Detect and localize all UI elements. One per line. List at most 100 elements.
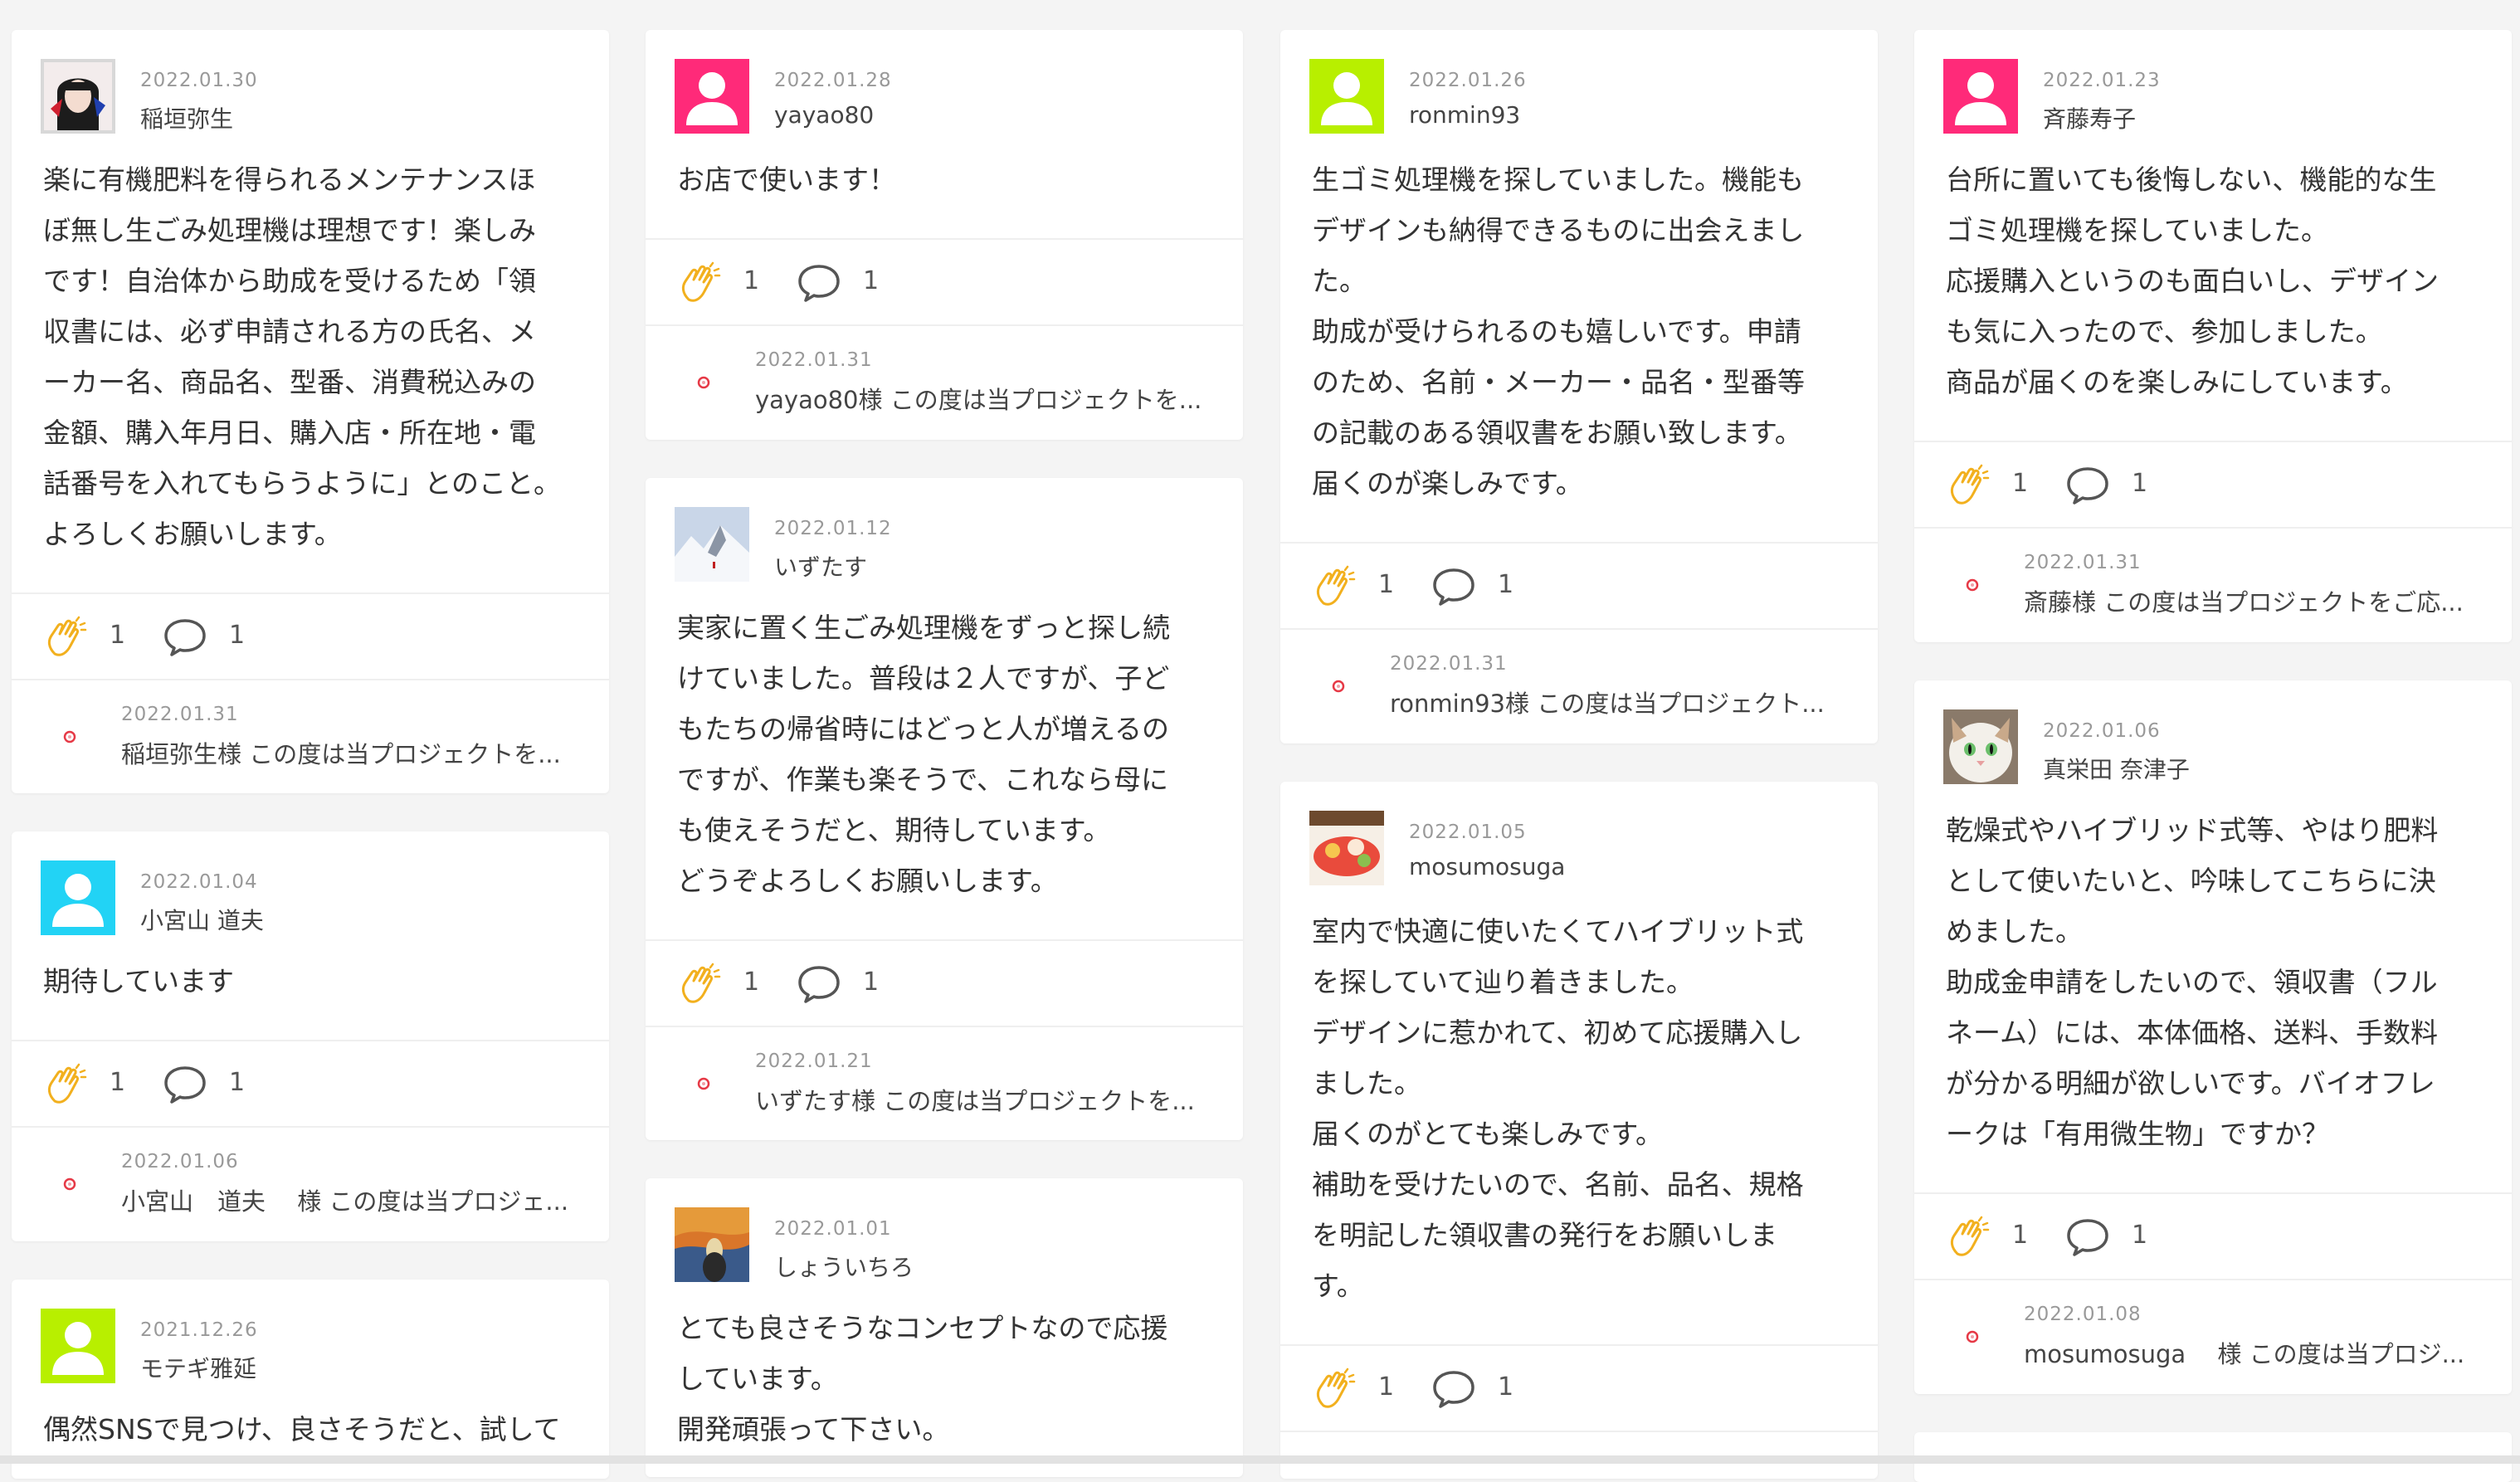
reply-date: 2022.01.31 bbox=[121, 704, 239, 725]
reply-preview: 稲垣弥生様 この度は当プロジェクトを... bbox=[121, 740, 561, 768]
clap-count: 1 bbox=[1378, 1372, 1395, 1402]
reply-date: 2022.01.21 bbox=[755, 1051, 873, 1072]
speech-bubble-icon[interactable] bbox=[2065, 1217, 2110, 1257]
reply-preview: いずたす様 この度は当プロジェクトを... bbox=[755, 1087, 1195, 1115]
reply-preview: yayao80様 この度は当プロジェクトを... bbox=[755, 386, 1202, 414]
reaction-bar: 1 1 bbox=[12, 592, 609, 680]
user-name[interactable]: yayao80 bbox=[774, 101, 874, 129]
comment-card: 2022.01.01 しょういちろ とても良さそうなコンセプトなので応援 してい… bbox=[646, 1178, 1243, 1477]
user-avatar[interactable] bbox=[1309, 811, 1384, 885]
owner-reply[interactable]: 2022.01.31 ronmin93様 この度は当プロジェクト... bbox=[1280, 630, 1878, 741]
post-date: 2022.01.06 bbox=[2043, 720, 2161, 742]
post-date: 2021.12.26 bbox=[140, 1319, 258, 1341]
reply-preview: ronmin93様 この度は当プロジェクト... bbox=[1390, 690, 1825, 718]
comment-count: 1 bbox=[2132, 469, 2148, 498]
user-avatar[interactable] bbox=[41, 1309, 115, 1383]
user-avatar[interactable] bbox=[41, 59, 115, 134]
clapping-hands-icon[interactable] bbox=[1312, 565, 1357, 610]
comment-count: 1 bbox=[229, 1068, 246, 1097]
comment-card: 2022.01.05 mosumosuga 室内で快適に使いたくてハイブリット式… bbox=[1280, 782, 1878, 1479]
comment-text: 台所に置いても後悔しない、機能的な生 ゴミ処理機を探していました。 応援購入とい… bbox=[1946, 163, 2439, 398]
clapping-hands-icon[interactable] bbox=[43, 616, 88, 661]
post-date: 2022.01.05 bbox=[1409, 821, 1527, 843]
user-avatar[interactable] bbox=[1943, 59, 2018, 134]
reaction-bar: 1 1 bbox=[1280, 1344, 1878, 1432]
clap-count: 1 bbox=[2012, 1221, 2029, 1250]
user-avatar[interactable] bbox=[675, 1207, 749, 1282]
horizontal-scrollbar[interactable] bbox=[0, 1455, 2520, 1464]
speech-bubble-icon[interactable] bbox=[2065, 466, 2110, 505]
clap-count: 1 bbox=[743, 968, 760, 997]
owner-reply[interactable]: 2022.01.21 いずたす様 この度は当プロジェクトを... bbox=[646, 1027, 1243, 1138]
user-name[interactable]: しょういちろ bbox=[774, 1250, 914, 1283]
post-date: 2022.01.26 bbox=[1409, 70, 1527, 91]
comment-text: 期待しています bbox=[43, 965, 235, 997]
comment-card: 2022.01.26 ronmin93 生ゴミ処理機を探していました。機能も デ… bbox=[1280, 30, 1878, 743]
user-name[interactable]: 斉藤寿子 bbox=[2043, 101, 2136, 134]
user-avatar[interactable] bbox=[1943, 709, 2018, 784]
user-name[interactable]: ronmin93 bbox=[1409, 101, 1520, 129]
speech-bubble-icon[interactable] bbox=[797, 964, 841, 1004]
comment-count: 1 bbox=[1498, 1372, 1514, 1402]
comment-text: 実家に置く生ごみ処理機をずっと探し続 けていました。普段は２人ですが、子ど もた… bbox=[677, 612, 1170, 897]
clap-count: 1 bbox=[2012, 469, 2029, 498]
owner-reply[interactable]: 2022.01.31 yayao80様 この度は当プロジェクトを... bbox=[646, 326, 1243, 437]
project-logo-icon bbox=[1964, 1328, 1981, 1345]
speech-bubble-icon[interactable] bbox=[1431, 567, 1476, 607]
comment-card: 2021.12.26 モテギ雅延 偶然SNSで見つけ、良さそうだと、試して bbox=[12, 1280, 609, 1479]
clapping-hands-icon[interactable] bbox=[1946, 1216, 1991, 1260]
reply-preview: 斎藤様 この度は当プロジェクトをご応... bbox=[2024, 588, 2464, 617]
user-avatar[interactable] bbox=[675, 59, 749, 134]
comment-card: 2022.01.23 斉藤寿子 台所に置いても後悔しない、機能的な生 ゴミ処理機… bbox=[1914, 30, 2512, 642]
reaction-bar: 1 1 bbox=[12, 1040, 609, 1128]
owner-reply[interactable]: 2022.01.06 小宮山 道夫 様 この度は当プロジェ... bbox=[12, 1128, 609, 1239]
speech-bubble-icon[interactable] bbox=[1431, 1369, 1476, 1409]
reaction-bar: 1 1 bbox=[1914, 441, 2512, 529]
user-name[interactable]: 真栄田 奈津子 bbox=[2043, 752, 2190, 785]
owner-reply[interactable]: 2022.01.31 斎藤様 この度は当プロジェクトをご応... bbox=[1914, 529, 2512, 640]
project-logo-icon bbox=[61, 729, 78, 745]
reply-date: 2022.01.08 bbox=[2024, 1304, 2142, 1325]
reaction-bar: 1 1 bbox=[1914, 1192, 2512, 1280]
comment-count: 1 bbox=[863, 968, 880, 997]
owner-reply[interactable]: 2022.01.08 mosumosuga 様 この度は当プロジ... bbox=[1914, 1280, 2512, 1392]
clap-count: 1 bbox=[1378, 570, 1395, 599]
user-name[interactable]: 稲垣弥生 bbox=[140, 101, 233, 134]
post-date: 2022.01.01 bbox=[774, 1218, 892, 1240]
clapping-hands-icon[interactable] bbox=[1312, 1367, 1357, 1412]
comment-card: 2022.01.04 小宮山 道夫 期待しています 1 1 2022.01.06… bbox=[12, 831, 609, 1241]
user-avatar[interactable] bbox=[675, 507, 749, 582]
reply-preview: 小宮山 道夫 様 この度は当プロジェ... bbox=[121, 1187, 569, 1216]
clapping-hands-icon[interactable] bbox=[43, 1063, 88, 1108]
comment-card: 2022.01.30 稲垣弥生 楽に有機肥料を得られるメンテナンスほ ぼ無し生ご… bbox=[12, 30, 609, 793]
clapping-hands-icon[interactable] bbox=[677, 963, 722, 1007]
owner-reply[interactable]: 2022.01.31 稲垣弥生様 この度は当プロジェクトを... bbox=[12, 680, 609, 792]
comment-count: 1 bbox=[863, 266, 880, 295]
speech-bubble-icon[interactable] bbox=[163, 1065, 207, 1104]
comment-count: 1 bbox=[229, 621, 246, 650]
reply-date: 2022.01.06 bbox=[121, 1151, 239, 1172]
user-name[interactable]: モテギ雅延 bbox=[140, 1351, 256, 1384]
clap-count: 1 bbox=[110, 621, 126, 650]
speech-bubble-icon[interactable] bbox=[163, 617, 207, 657]
post-date: 2022.01.30 bbox=[140, 70, 258, 91]
user-avatar[interactable] bbox=[41, 860, 115, 935]
post-date: 2022.01.23 bbox=[2043, 70, 2161, 91]
comment-card: 2022.01.12 いずたす 実家に置く生ごみ処理機をずっと探し続 けていまし… bbox=[646, 478, 1243, 1140]
post-date: 2022.01.04 bbox=[140, 871, 258, 893]
user-name[interactable]: いずたす bbox=[774, 549, 867, 583]
reply-date: 2022.01.31 bbox=[2024, 552, 2142, 573]
user-avatar[interactable] bbox=[1309, 59, 1384, 134]
speech-bubble-icon[interactable] bbox=[797, 263, 841, 303]
clapping-hands-icon[interactable] bbox=[677, 261, 722, 306]
user-name[interactable]: 小宮山 道夫 bbox=[140, 903, 264, 936]
user-name[interactable]: mosumosuga bbox=[1409, 853, 1565, 880]
reply-date: 2022.01.31 bbox=[1390, 653, 1508, 675]
comment-text: 偶然SNSで見つけ、良さそうだと、試して bbox=[43, 1413, 561, 1445]
comment-text: 乾燥式やハイブリッド式等、やはり肥料 として使いたいと、吟味してこちらに決 めま… bbox=[1946, 814, 2439, 1150]
clapping-hands-icon[interactable] bbox=[1946, 464, 1991, 509]
clap-count: 1 bbox=[110, 1068, 126, 1097]
comment-text: お店で使います！ bbox=[677, 163, 896, 196]
post-date: 2022.01.28 bbox=[774, 70, 892, 91]
comment-text: とても良さそうなコンセプトなので応援 しています。 開発頑張って下さい。 bbox=[677, 1312, 1168, 1445]
